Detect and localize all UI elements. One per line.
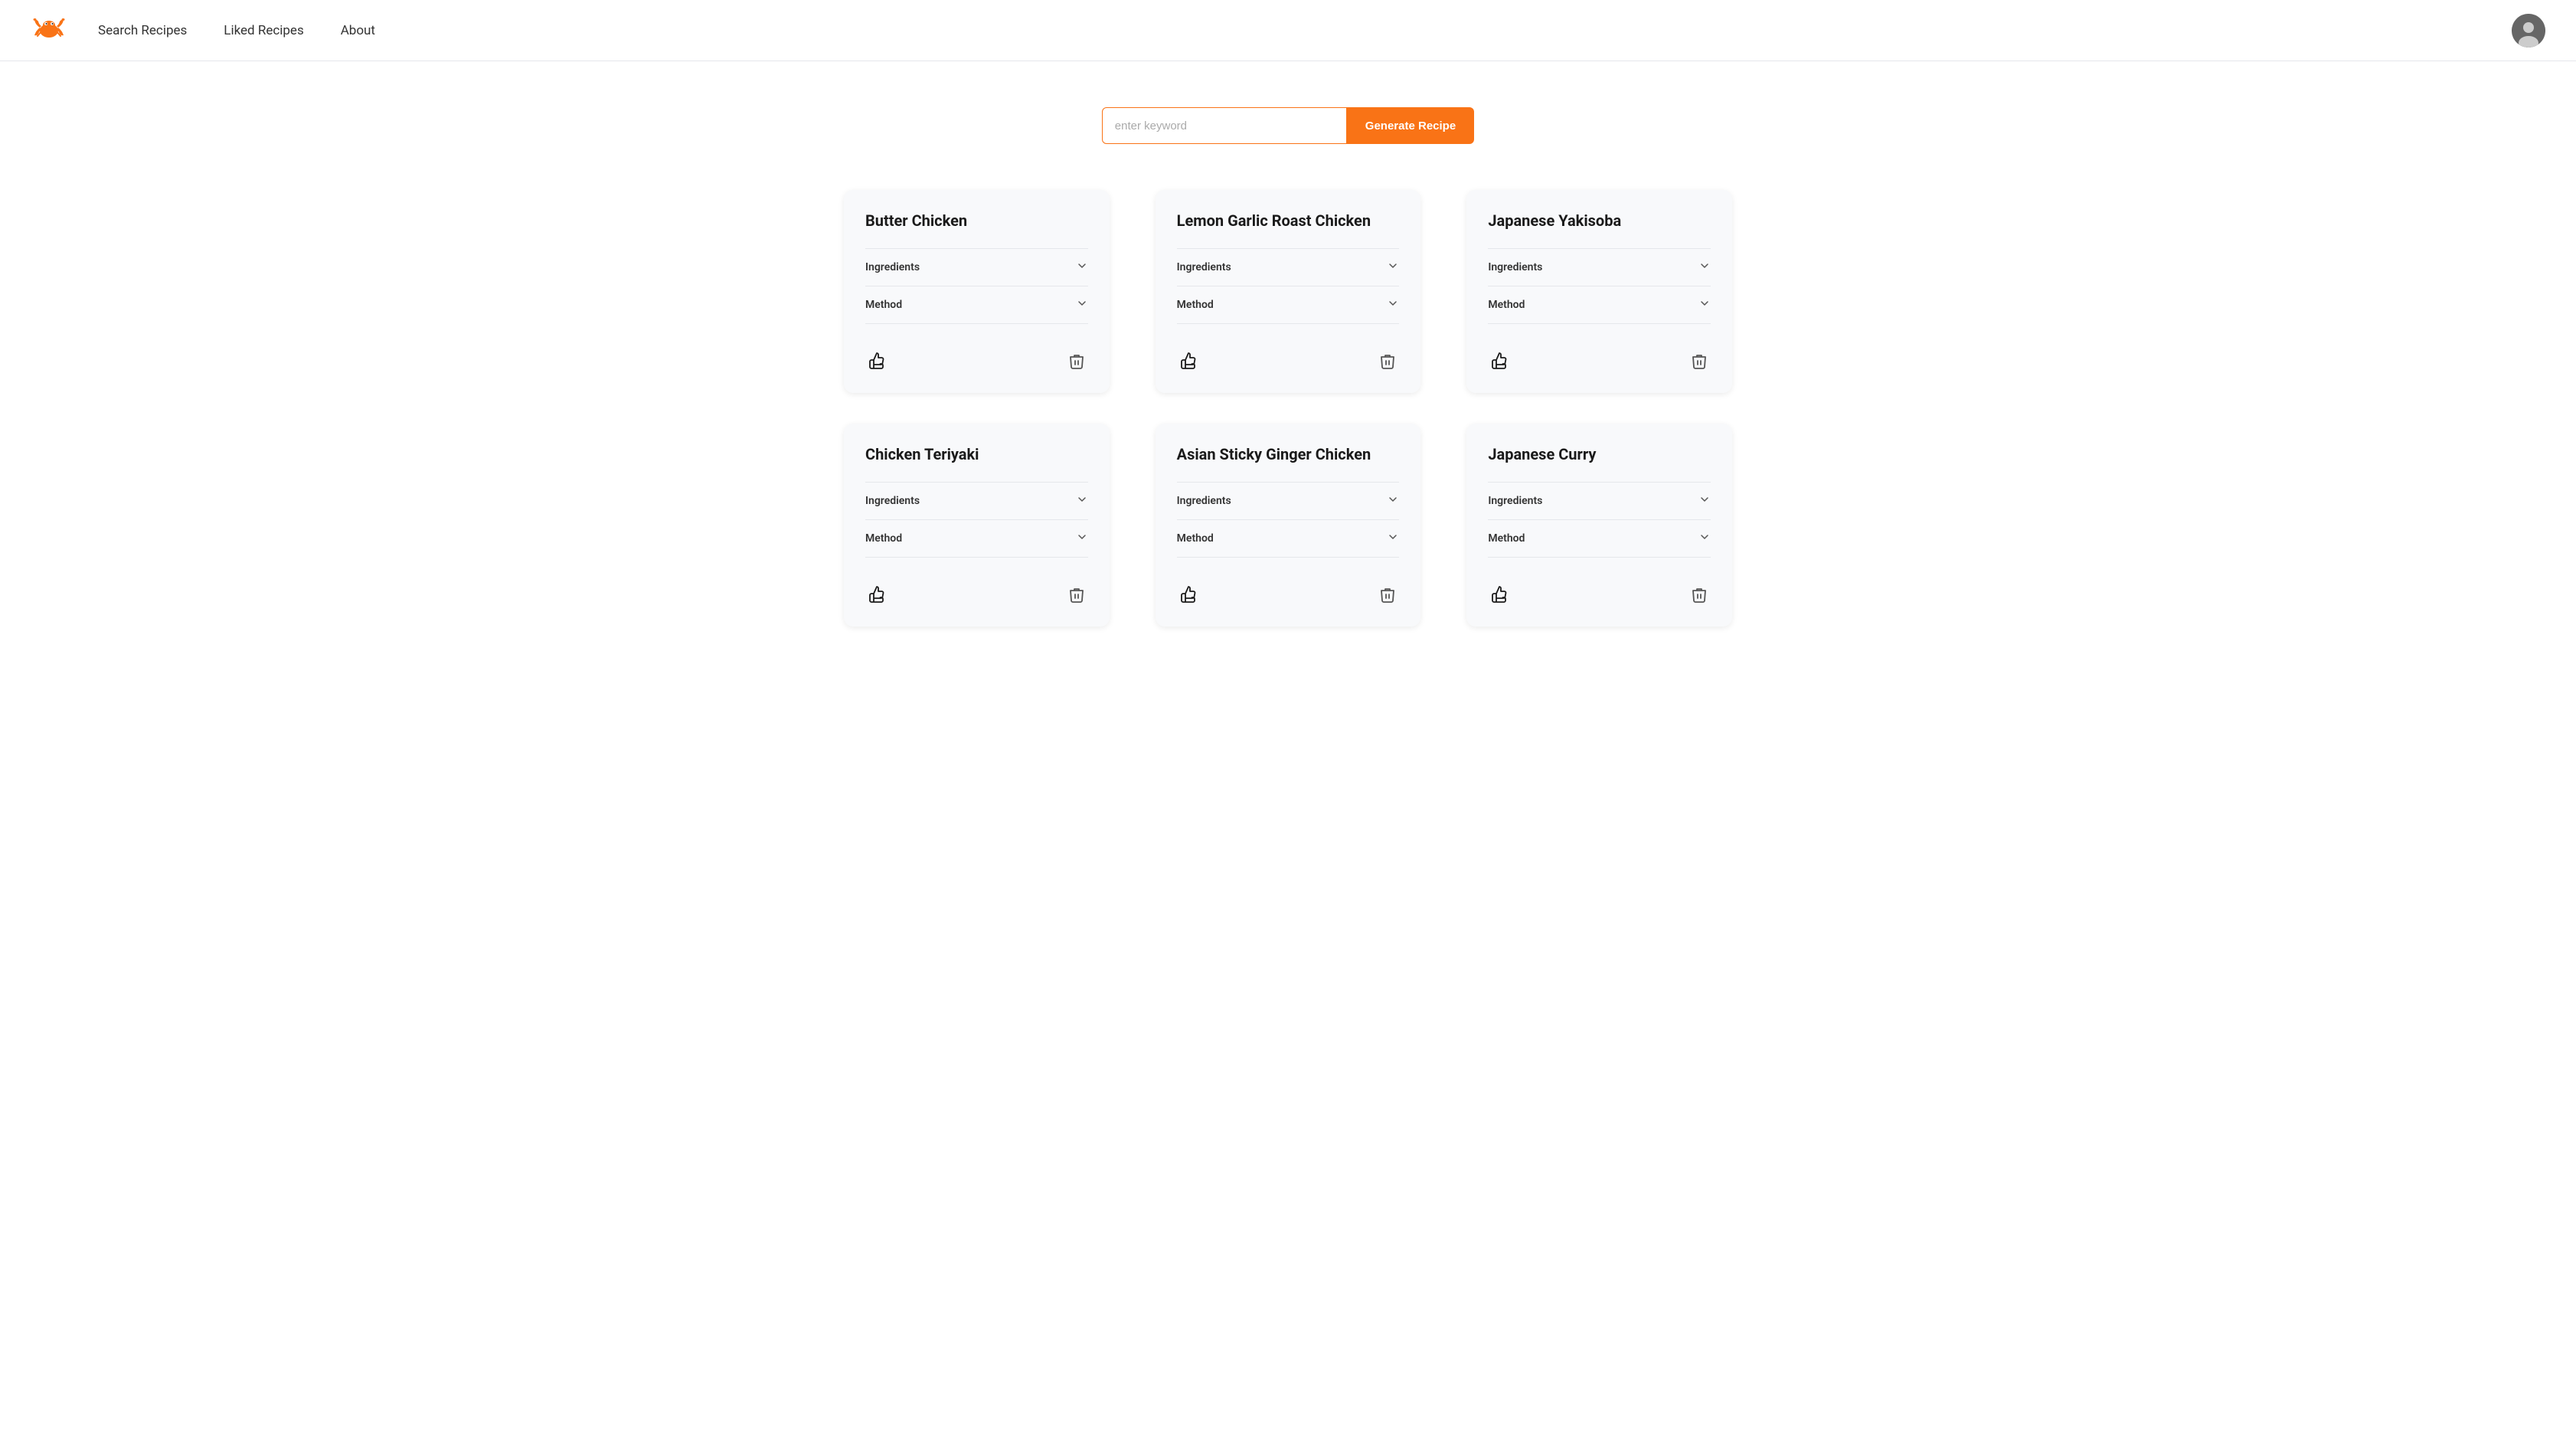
accordion-method-butter-chicken[interactable]: Method xyxy=(865,286,1088,324)
user-avatar[interactable] xyxy=(2512,14,2545,47)
recipe-title-chicken-teriyaki: Chicken Teriyaki xyxy=(865,445,1088,463)
accordion-label: Method xyxy=(1177,299,1214,311)
trash-icon xyxy=(1068,352,1085,369)
accordion-method-asian-sticky-ginger-chicken[interactable]: Method xyxy=(1177,519,1400,558)
trash-icon xyxy=(1691,352,1708,369)
chevron-down-icon xyxy=(1698,493,1711,509)
recipe-actions-lemon-garlic-roast-chicken xyxy=(1177,339,1400,378)
trash-icon xyxy=(1379,352,1396,369)
recipe-actions-japanese-curry xyxy=(1488,573,1711,611)
accordion-method-lemon-garlic-roast-chicken[interactable]: Method xyxy=(1177,286,1400,324)
accordion-label: Ingredients xyxy=(865,261,920,273)
recipe-card-japanese-yakisoba: Japanese Yakisoba Ingredients Method xyxy=(1466,190,1732,393)
recipe-card-chicken-teriyaki: Chicken Teriyaki Ingredients Method xyxy=(844,424,1110,627)
nav-search-recipes[interactable]: Search Recipes xyxy=(98,23,187,38)
delete-button-lemon-garlic-roast-chicken[interactable] xyxy=(1376,349,1399,377)
generate-recipe-button[interactable]: Generate Recipe xyxy=(1347,107,1474,144)
thumb-up-icon xyxy=(1491,352,1509,370)
recipe-accordion-asian-sticky-ginger-chicken: Ingredients Method xyxy=(1177,482,1400,558)
delete-button-japanese-curry[interactable] xyxy=(1688,583,1711,610)
chevron-down-icon xyxy=(1698,531,1711,546)
accordion-label: Ingredients xyxy=(1177,261,1231,273)
delete-button-chicken-teriyaki[interactable] xyxy=(1065,583,1088,610)
trash-icon xyxy=(1068,586,1085,603)
accordion-ingredients-japanese-yakisoba[interactable]: Ingredients xyxy=(1488,248,1711,286)
chevron-down-icon xyxy=(1076,297,1088,313)
accordion-method-japanese-curry[interactable]: Method xyxy=(1488,519,1711,558)
search-input[interactable] xyxy=(1102,107,1347,144)
chevron-down-icon xyxy=(1076,531,1088,546)
recipe-accordion-chicken-teriyaki: Ingredients Method xyxy=(865,482,1088,558)
accordion-label: Method xyxy=(865,299,902,311)
chevron-down-icon xyxy=(1698,297,1711,313)
accordion-label: Ingredients xyxy=(1488,495,1542,507)
recipe-actions-asian-sticky-ginger-chicken xyxy=(1177,573,1400,611)
logo[interactable] xyxy=(31,11,67,51)
like-button-japanese-curry[interactable] xyxy=(1488,582,1512,611)
recipe-accordion-japanese-yakisoba: Ingredients Method xyxy=(1488,248,1711,324)
recipe-title-butter-chicken: Butter Chicken xyxy=(865,211,1088,230)
recipe-title-japanese-yakisoba: Japanese Yakisoba xyxy=(1488,211,1711,230)
like-button-lemon-garlic-roast-chicken[interactable] xyxy=(1177,349,1201,378)
accordion-ingredients-lemon-garlic-roast-chicken[interactable]: Ingredients xyxy=(1177,248,1400,286)
chevron-down-icon xyxy=(1076,493,1088,509)
search-section: Generate Recipe xyxy=(0,61,2576,175)
recipe-actions-chicken-teriyaki xyxy=(865,573,1088,611)
navbar: Search Recipes Liked Recipes About xyxy=(0,0,2576,61)
recipe-actions-butter-chicken xyxy=(865,339,1088,378)
thumb-up-icon xyxy=(1491,585,1509,604)
thumb-up-icon xyxy=(1180,585,1198,604)
accordion-label: Method xyxy=(865,532,902,545)
like-button-butter-chicken[interactable] xyxy=(865,349,890,378)
accordion-label: Ingredients xyxy=(1177,495,1231,507)
delete-button-butter-chicken[interactable] xyxy=(1065,349,1088,377)
chevron-down-icon xyxy=(1698,260,1711,275)
crab-icon xyxy=(31,11,67,47)
thumb-up-icon xyxy=(1180,352,1198,370)
accordion-label: Ingredients xyxy=(1488,261,1542,273)
recipe-accordion-lemon-garlic-roast-chicken: Ingredients Method xyxy=(1177,248,1400,324)
recipe-accordion-japanese-curry: Ingredients Method xyxy=(1488,482,1711,558)
like-button-asian-sticky-ginger-chicken[interactable] xyxy=(1177,582,1201,611)
accordion-label: Ingredients xyxy=(865,495,920,507)
chevron-down-icon xyxy=(1387,297,1399,313)
recipe-card-asian-sticky-ginger-chicken: Asian Sticky Ginger Chicken Ingredients M… xyxy=(1156,424,1421,627)
accordion-ingredients-asian-sticky-ginger-chicken[interactable]: Ingredients xyxy=(1177,482,1400,519)
accordion-ingredients-japanese-curry[interactable]: Ingredients xyxy=(1488,482,1711,519)
thumb-up-icon xyxy=(868,585,887,604)
chevron-down-icon xyxy=(1387,260,1399,275)
nav-liked-recipes[interactable]: Liked Recipes xyxy=(224,23,303,38)
recipe-title-asian-sticky-ginger-chicken: Asian Sticky Ginger Chicken xyxy=(1177,445,1400,463)
like-button-chicken-teriyaki[interactable] xyxy=(865,582,890,611)
accordion-method-chicken-teriyaki[interactable]: Method xyxy=(865,519,1088,558)
recipe-card-japanese-curry: Japanese Curry Ingredients Method xyxy=(1466,424,1732,627)
chevron-down-icon xyxy=(1076,260,1088,275)
accordion-label: Method xyxy=(1488,299,1525,311)
trash-icon xyxy=(1379,586,1396,603)
navbar-links: Search Recipes Liked Recipes About xyxy=(98,23,2512,38)
accordion-method-japanese-yakisoba[interactable]: Method xyxy=(1488,286,1711,324)
accordion-ingredients-chicken-teriyaki[interactable]: Ingredients xyxy=(865,482,1088,519)
accordion-label: Method xyxy=(1177,532,1214,545)
delete-button-asian-sticky-ginger-chicken[interactable] xyxy=(1376,583,1399,610)
recipes-grid: Butter Chicken Ingredients Method Lemon G… xyxy=(752,175,1824,673)
like-button-japanese-yakisoba[interactable] xyxy=(1488,349,1512,378)
delete-button-japanese-yakisoba[interactable] xyxy=(1688,349,1711,377)
chevron-down-icon xyxy=(1387,493,1399,509)
accordion-label: Method xyxy=(1488,532,1525,545)
trash-icon xyxy=(1691,586,1708,603)
accordion-ingredients-butter-chicken[interactable]: Ingredients xyxy=(865,248,1088,286)
thumb-up-icon xyxy=(868,352,887,370)
recipe-accordion-butter-chicken: Ingredients Method xyxy=(865,248,1088,324)
recipe-actions-japanese-yakisoba xyxy=(1488,339,1711,378)
chevron-down-icon xyxy=(1387,531,1399,546)
recipe-title-lemon-garlic-roast-chicken: Lemon Garlic Roast Chicken xyxy=(1177,211,1400,230)
recipe-card-butter-chicken: Butter Chicken Ingredients Method xyxy=(844,190,1110,393)
recipe-card-lemon-garlic-roast-chicken: Lemon Garlic Roast Chicken Ingredients Me… xyxy=(1156,190,1421,393)
nav-about[interactable]: About xyxy=(341,23,375,38)
recipe-title-japanese-curry: Japanese Curry xyxy=(1488,445,1711,463)
